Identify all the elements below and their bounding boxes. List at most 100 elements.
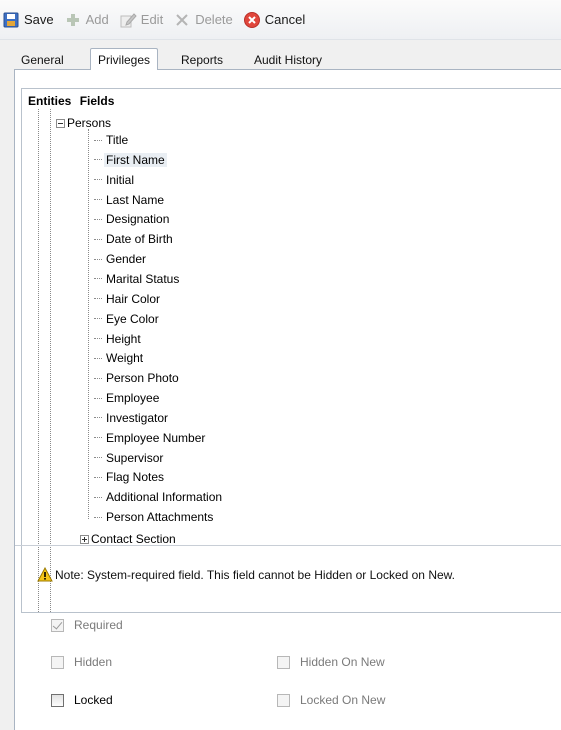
tree-field-item[interactable]: Last Name bbox=[94, 191, 166, 209]
tree-connector bbox=[94, 298, 102, 300]
tree-line-level0 bbox=[38, 109, 39, 612]
tree-connector bbox=[94, 357, 102, 359]
tab-strip: General Privileges Reports Audit History bbox=[14, 48, 561, 71]
tree-connector bbox=[94, 338, 102, 339]
tree-field-item[interactable]: First Name bbox=[94, 151, 167, 169]
tree-node-persons[interactable]: Persons bbox=[56, 116, 111, 130]
hidden-label: Hidden bbox=[74, 655, 113, 669]
locked-checkbox-row[interactable]: Locked bbox=[51, 693, 113, 707]
tree-connector bbox=[94, 417, 102, 419]
toolbar: Save Add Edit Delete Cancel bbox=[0, 0, 561, 40]
entity-field-tree[interactable]: Entities Fields Persons Title First Name I… bbox=[21, 88, 561, 613]
required-checkbox-row[interactable]: Required bbox=[51, 618, 123, 632]
locked-on-new-label: Locked On New bbox=[300, 693, 386, 707]
tree-header-fields: Fields bbox=[79, 94, 115, 108]
tree-field-item[interactable]: Initial bbox=[94, 171, 136, 189]
locked-on-new-checkbox[interactable] bbox=[277, 693, 290, 707]
required-checkbox[interactable] bbox=[51, 618, 64, 632]
tree-field-label: Marital Status bbox=[106, 271, 180, 286]
tree-field-item[interactable]: Employee Number bbox=[94, 429, 207, 447]
collapse-icon[interactable] bbox=[56, 118, 65, 128]
tree-field-item[interactable]: Weight bbox=[94, 349, 145, 367]
tab-privileges[interactable]: Privileges bbox=[90, 48, 159, 71]
tree-field-item[interactable]: Person Photo bbox=[94, 369, 181, 387]
tree-field-item[interactable]: Supervisor bbox=[94, 449, 165, 467]
tree-field-item[interactable]: Designation bbox=[94, 210, 171, 228]
tab-audit-history[interactable]: Audit History bbox=[247, 50, 329, 71]
tree-field-label: Weight bbox=[106, 351, 144, 366]
edit-label: Edit bbox=[140, 12, 164, 27]
tree-connector bbox=[94, 199, 102, 201]
tree-node-contact-section[interactable]: Contact Section bbox=[80, 532, 176, 546]
tab-content-privileges: Entities Fields Persons Title First Name I… bbox=[14, 70, 561, 730]
tree-header: Entities Fields bbox=[28, 94, 119, 108]
tree-field-item[interactable]: Eye Color bbox=[94, 310, 161, 328]
tree-line-level1 bbox=[50, 109, 51, 612]
tree-connector bbox=[94, 258, 102, 260]
tree-field-label: Gender bbox=[106, 252, 147, 267]
tree-field-item[interactable]: Employee bbox=[94, 389, 161, 407]
cancel-icon bbox=[243, 11, 261, 29]
hidden-on-new-checkbox-row[interactable]: Hidden On New bbox=[277, 655, 385, 669]
tree-connector bbox=[94, 397, 102, 399]
cancel-button[interactable]: Cancel bbox=[243, 9, 305, 31]
tree-field-label: Hair Color bbox=[106, 291, 161, 306]
tree-field-label: First Name bbox=[104, 152, 167, 167]
tree-connector bbox=[94, 179, 102, 181]
separator bbox=[15, 545, 561, 546]
tree-field-label: Date of Birth bbox=[106, 232, 173, 247]
tree-connector bbox=[94, 457, 102, 459]
save-button[interactable]: Save bbox=[2, 9, 54, 31]
tree-connector bbox=[94, 318, 102, 320]
edit-button[interactable]: Edit bbox=[119, 9, 163, 31]
hidden-on-new-checkbox[interactable] bbox=[277, 655, 290, 669]
tree-connector bbox=[94, 278, 102, 280]
tree-field-item[interactable]: Investigator bbox=[94, 409, 170, 427]
tree-field-item[interactable]: Height bbox=[94, 330, 143, 348]
tree-field-label: Designation bbox=[106, 212, 170, 227]
tree-connector bbox=[94, 437, 102, 439]
hidden-on-new-label: Hidden On New bbox=[300, 655, 385, 669]
tree-field-label: Eye Color bbox=[106, 311, 159, 326]
expand-icon[interactable] bbox=[80, 534, 89, 544]
tree-field-item[interactable]: Gender bbox=[94, 250, 148, 268]
tab-reports[interactable]: Reports bbox=[174, 50, 230, 71]
tree-field-label: Additional Information bbox=[106, 490, 223, 505]
tree-connector bbox=[94, 218, 102, 220]
tree-field-item[interactable]: Date of Birth bbox=[94, 230, 175, 248]
tree-connector bbox=[94, 476, 102, 478]
tree-node-label: Contact Section bbox=[91, 532, 176, 546]
warning-icon bbox=[37, 566, 53, 582]
hidden-checkbox[interactable] bbox=[51, 655, 64, 669]
tree-field-item[interactable]: Marital Status bbox=[94, 270, 181, 288]
add-button[interactable]: Add bbox=[64, 9, 109, 31]
delete-button[interactable]: Delete bbox=[173, 9, 233, 31]
save-icon bbox=[2, 11, 20, 29]
tree-connector bbox=[94, 496, 102, 498]
hidden-checkbox-row[interactable]: Hidden bbox=[51, 655, 112, 669]
tree-field-label: Initial bbox=[106, 172, 135, 187]
tree-field-label: Person Attachments bbox=[106, 510, 214, 525]
tree-field-label: Height bbox=[106, 331, 141, 346]
delete-label: Delete bbox=[195, 12, 233, 27]
tree-line-persons bbox=[88, 129, 89, 519]
tree-field-item[interactable]: Person Attachments bbox=[94, 508, 215, 526]
tree-connector bbox=[94, 238, 102, 240]
tree-field-label: Person Photo bbox=[106, 371, 179, 386]
tree-field-label: Investigator bbox=[106, 410, 169, 425]
note-text: Note: System-required field. This field … bbox=[55, 567, 455, 582]
tree-connector bbox=[94, 516, 102, 518]
tree-field-item[interactable]: Hair Color bbox=[94, 290, 162, 308]
tab-general[interactable]: General bbox=[14, 50, 71, 71]
tree-field-item[interactable]: Title bbox=[94, 131, 130, 149]
locked-label: Locked bbox=[74, 693, 113, 707]
tree-field-item[interactable]: Flag Notes bbox=[94, 468, 166, 486]
tree-field-label: Title bbox=[106, 133, 129, 147]
locked-checkbox[interactable] bbox=[51, 693, 64, 707]
add-label: Add bbox=[85, 12, 109, 27]
tree-connector bbox=[94, 139, 102, 141]
tree-field-label: Supervisor bbox=[106, 450, 164, 465]
required-label: Required bbox=[74, 618, 123, 632]
tree-field-item[interactable]: Additional Information bbox=[94, 488, 224, 506]
locked-on-new-checkbox-row[interactable]: Locked On New bbox=[277, 693, 385, 707]
